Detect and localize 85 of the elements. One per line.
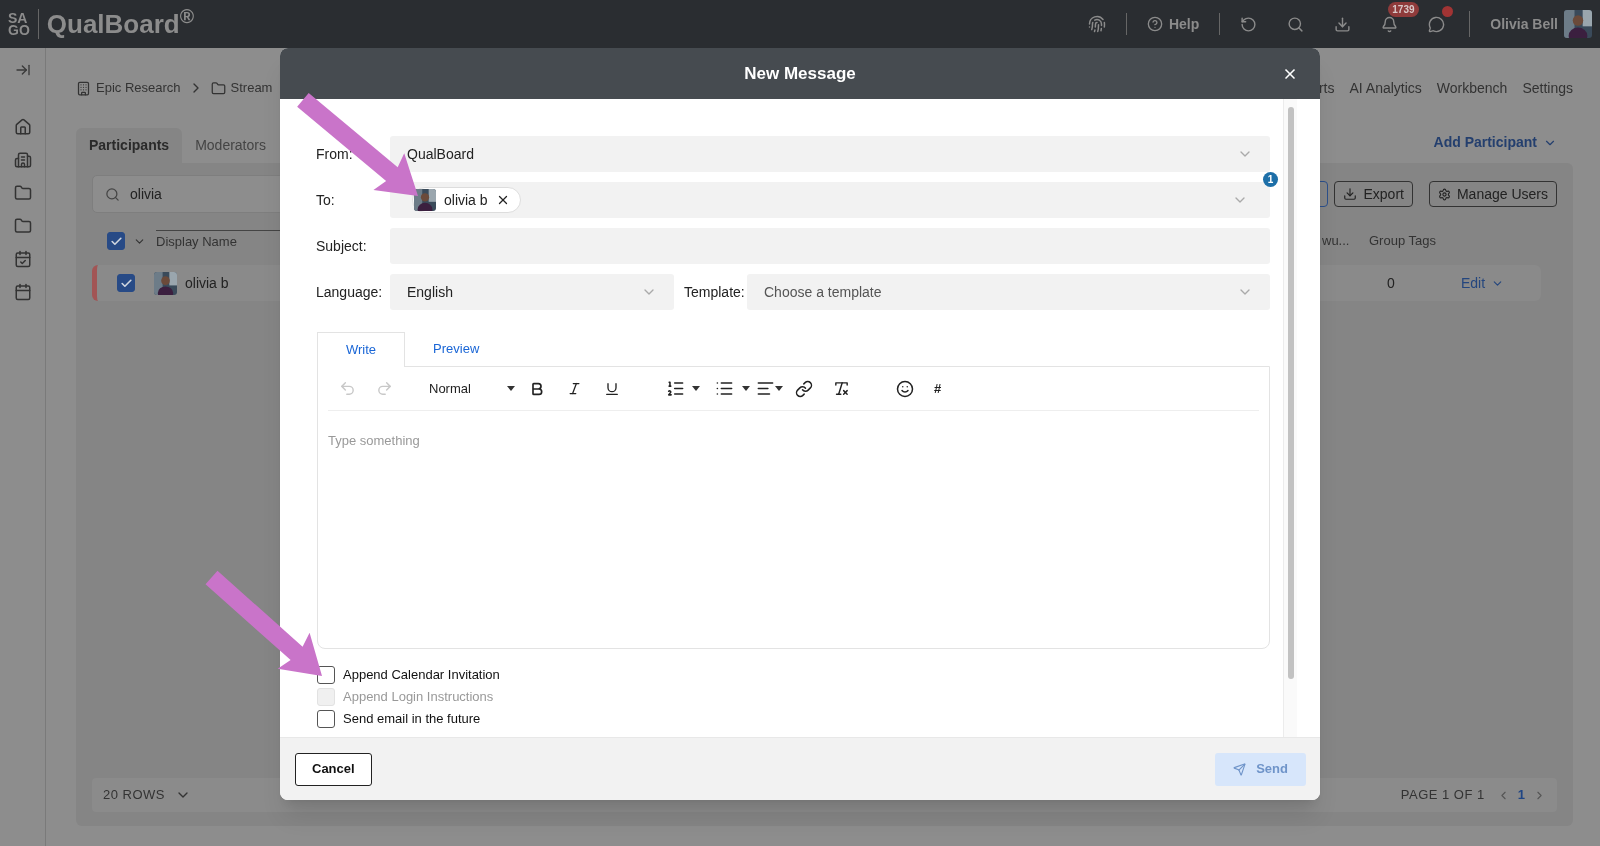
template-select[interactable]: Choose a template <box>747 274 1270 310</box>
download-icon <box>1343 187 1358 201</box>
edit-dropdown[interactable]: Edit <box>1461 272 1541 294</box>
table-cell-text: 0 <box>1387 273 1396 293</box>
editor-tab[interactable]: Preview <box>405 331 508 366</box>
field-label: Template: <box>684 282 746 302</box>
italic-icon[interactable] <box>567 381 582 396</box>
bullet-list-icon[interactable] <box>715 379 734 398</box>
align-icon[interactable] <box>756 379 775 398</box>
building-icon[interactable] <box>13 151 32 169</box>
numbered-list-icon[interactable] <box>666 379 685 398</box>
option-label: Append Login Instructions <box>343 688 494 707</box>
nav-link[interactable]: rts <box>1318 77 1335 99</box>
language-select[interactable]: English <box>390 274 674 310</box>
checkbox[interactable] <box>317 710 335 728</box>
chat-icon[interactable] <box>1428 15 1446 33</box>
checkbox[interactable] <box>107 232 125 250</box>
close-icon[interactable] <box>1282 66 1298 82</box>
option-label: Send email in the future <box>343 710 481 729</box>
folder-icon[interactable] <box>13 217 32 235</box>
bell-icon[interactable] <box>1381 15 1399 33</box>
caret-icon <box>507 386 515 391</box>
add-participant-dropdown[interactable]: Add Participant <box>1433 132 1557 153</box>
cancel-button[interactable]: Cancel <box>295 752 372 786</box>
nav-link[interactable]: Workbench <box>1436 77 1508 99</box>
page-indicator: PAGE 1 OF 1 <box>1400 786 1485 805</box>
search-icon <box>105 186 120 202</box>
fingerprint-icon[interactable] <box>1087 15 1106 33</box>
field-label: Language: <box>316 282 384 302</box>
logo-text: GO <box>8 24 30 36</box>
expand-icon[interactable] <box>14 62 31 78</box>
search-icon[interactable] <box>1287 15 1305 33</box>
send-icon <box>1233 762 1247 776</box>
user-name[interactable]: Olivia Bell <box>1490 13 1558 35</box>
folder-icon <box>210 80 226 96</box>
column-header: wu... <box>1322 232 1351 251</box>
from-select[interactable]: QualBoard <box>390 136 1270 172</box>
export-button[interactable]: Export <box>1334 181 1413 207</box>
emoji-icon[interactable] <box>896 379 914 398</box>
column-header: Group Tags <box>1369 232 1437 251</box>
field-label: To: <box>316 190 336 210</box>
caret-icon <box>742 386 750 391</box>
scrollbar[interactable] <box>1283 99 1297 737</box>
refresh-icon[interactable] <box>1240 15 1258 33</box>
style-dropdown[interactable]: Normal <box>429 378 515 399</box>
nav-link[interactable]: Settings <box>1522 77 1573 99</box>
tab[interactable]: Moderators <box>182 128 279 163</box>
recipient-chip[interactable]: olivia b <box>412 187 521 213</box>
calendar-icon[interactable] <box>13 283 32 301</box>
hashtag-button[interactable]: # <box>934 378 942 399</box>
building-icon <box>76 80 91 96</box>
clear-format-icon[interactable] <box>833 380 850 397</box>
manage-users-button[interactable]: Manage Users <box>1428 181 1557 207</box>
caret-icon <box>775 386 783 391</box>
check-icon <box>109 234 123 248</box>
help-icon <box>1146 16 1163 32</box>
help-button[interactable]: Help <box>1146 13 1200 35</box>
to-select[interactable]: olivia b <box>390 182 1270 218</box>
link-icon[interactable] <box>795 379 813 398</box>
checkbox[interactable] <box>117 274 135 292</box>
dialog-title: New Message <box>744 62 856 85</box>
check-icon <box>119 276 133 290</box>
calendar-check-icon[interactable] <box>13 250 32 268</box>
app-name: QualBoard$^{®}$ <box>46 4 195 41</box>
underline-icon[interactable] <box>604 380 620 397</box>
folder-icon[interactable] <box>13 184 32 202</box>
table-cell-text: olivia b <box>185 273 229 293</box>
logo-text: SA <box>8 12 28 24</box>
option-label: Append Calendar Invitation <box>343 666 500 685</box>
breadcrumb-link[interactable]: Stream <box>230 78 273 98</box>
nav-link[interactable]: AI Analytics <box>1349 77 1422 99</box>
breadcrumb-link[interactable]: Epic Research <box>96 78 181 98</box>
page-number[interactable]: 1 <box>1517 785 1525 805</box>
tab[interactable]: Participants <box>76 128 183 163</box>
bold-icon[interactable] <box>529 380 545 397</box>
rows-dropdown[interactable]: 20 ROWS <box>103 785 191 805</box>
count-badge: 1 <box>1263 172 1278 187</box>
download-icon[interactable] <box>1334 15 1352 33</box>
gear-icon <box>1437 187 1451 201</box>
home-icon[interactable] <box>13 118 32 136</box>
field-label: From: <box>316 144 354 164</box>
editor-tab[interactable]: Write <box>317 332 406 367</box>
message-field[interactable]: Type something <box>328 411 1259 641</box>
notification-badge: 1739 <box>1388 1 1419 17</box>
caret-icon <box>692 386 700 391</box>
